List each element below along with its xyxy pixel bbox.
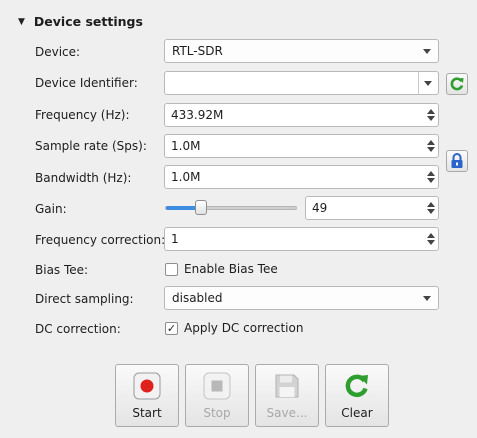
lock-icon (451, 153, 463, 168)
bias-tee-label: Bias Tee: (35, 263, 89, 277)
device-combobox[interactable]: RTL-SDR (164, 39, 439, 63)
frequency-correction-label: Frequency correction: (35, 233, 166, 247)
start-button[interactable]: Start (115, 364, 179, 427)
device-settings-header[interactable]: ▼ Device settings (18, 14, 143, 29)
sample-rate-value: 1.0M (171, 139, 201, 153)
dc-correction-checkbox-row[interactable]: ✓ Apply DC correction (165, 321, 303, 335)
spin-up-icon[interactable] (427, 233, 435, 238)
save-button[interactable]: Save... (255, 364, 319, 427)
spin-down-icon[interactable] (427, 147, 435, 152)
direct-sampling-combobox[interactable]: disabled (164, 286, 439, 310)
clear-label: Clear (341, 406, 373, 420)
frequency-spinbox[interactable]: 433.92M (164, 103, 439, 127)
collapse-triangle-icon[interactable]: ▼ (18, 17, 25, 27)
device-identifier-label: Device Identifier: (35, 76, 138, 90)
bandwidth-label: Bandwidth (Hz): (35, 171, 132, 185)
spin-down-icon[interactable] (427, 240, 435, 245)
dc-correction-label: DC correction: (35, 322, 121, 336)
direct-sampling-label: Direct sampling: (35, 292, 134, 306)
stop-label: Stop (203, 406, 231, 420)
spin-up-icon[interactable] (427, 202, 435, 207)
bias-tee-checkbox-label[interactable]: Enable Bias Tee (184, 262, 278, 276)
spin-up-icon[interactable] (427, 109, 435, 114)
gain-slider[interactable] (165, 200, 297, 215)
dc-correction-checkbox-label[interactable]: Apply DC correction (184, 321, 303, 335)
stop-icon (203, 372, 231, 400)
spin-down-icon[interactable] (427, 116, 435, 121)
spin-up-icon[interactable] (427, 140, 435, 145)
frequency-label: Frequency (Hz): (35, 108, 130, 122)
bandwidth-value: 1.0M (171, 170, 201, 184)
chevron-down-icon (423, 296, 431, 301)
bandwidth-spinbox[interactable]: 1.0M (164, 165, 439, 189)
refresh-clear-icon (345, 374, 368, 398)
frequency-correction-spinbox[interactable]: 1 (164, 227, 439, 251)
gain-spinbox[interactable]: 49 (305, 196, 439, 220)
save-floppy-icon (275, 374, 299, 398)
gain-value: 49 (312, 201, 328, 215)
refresh-icon (450, 77, 464, 91)
chevron-down-icon (423, 49, 431, 54)
lock-button[interactable] (446, 150, 468, 172)
device-identifier-combobox[interactable] (164, 71, 439, 95)
start-label: Start (132, 406, 162, 420)
save-label: Save... (266, 406, 308, 420)
record-icon (133, 372, 161, 400)
section-title: Device settings (33, 14, 143, 29)
spin-down-icon[interactable] (427, 209, 435, 214)
device-value: RTL-SDR (172, 44, 223, 58)
dc-correction-checkbox[interactable]: ✓ (165, 321, 178, 335)
chevron-down-icon[interactable] (424, 81, 432, 86)
frequency-correction-value: 1 (171, 232, 179, 246)
gain-slider-handle[interactable] (195, 200, 207, 215)
bias-tee-checkbox[interactable] (165, 262, 178, 276)
spin-up-icon[interactable] (427, 171, 435, 176)
stop-button[interactable]: Stop (185, 364, 249, 427)
device-label: Device: (35, 45, 81, 59)
gain-label: Gain: (35, 202, 67, 216)
direct-sampling-value: disabled (172, 291, 223, 305)
bias-tee-checkbox-row[interactable]: Enable Bias Tee (165, 262, 278, 276)
clear-button[interactable]: Clear (325, 364, 389, 427)
spin-down-icon[interactable] (427, 178, 435, 183)
refresh-button[interactable] (446, 73, 468, 95)
sample-rate-label: Sample rate (Sps): (35, 139, 147, 153)
frequency-value: 433.92M (171, 108, 224, 122)
sample-rate-spinbox[interactable]: 1.0M (164, 134, 439, 158)
